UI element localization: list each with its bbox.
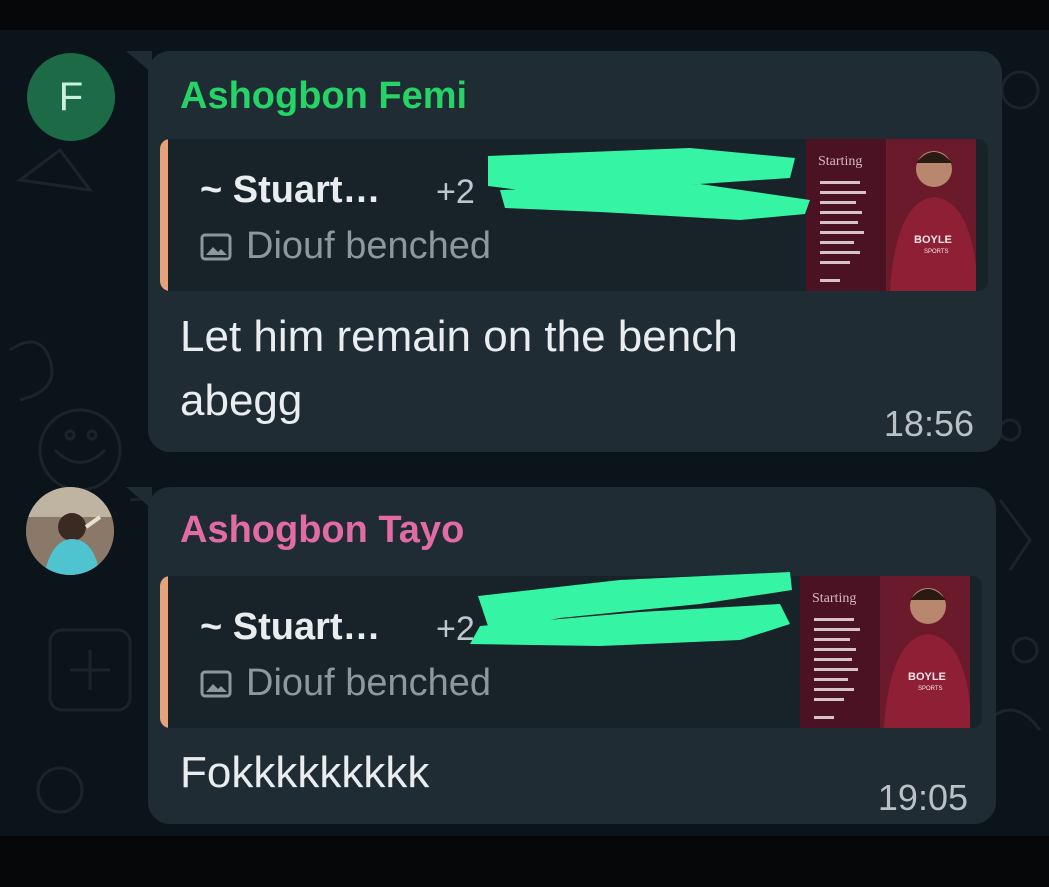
redaction-scribble (470, 572, 792, 646)
bottom-dark-band (0, 836, 1049, 887)
